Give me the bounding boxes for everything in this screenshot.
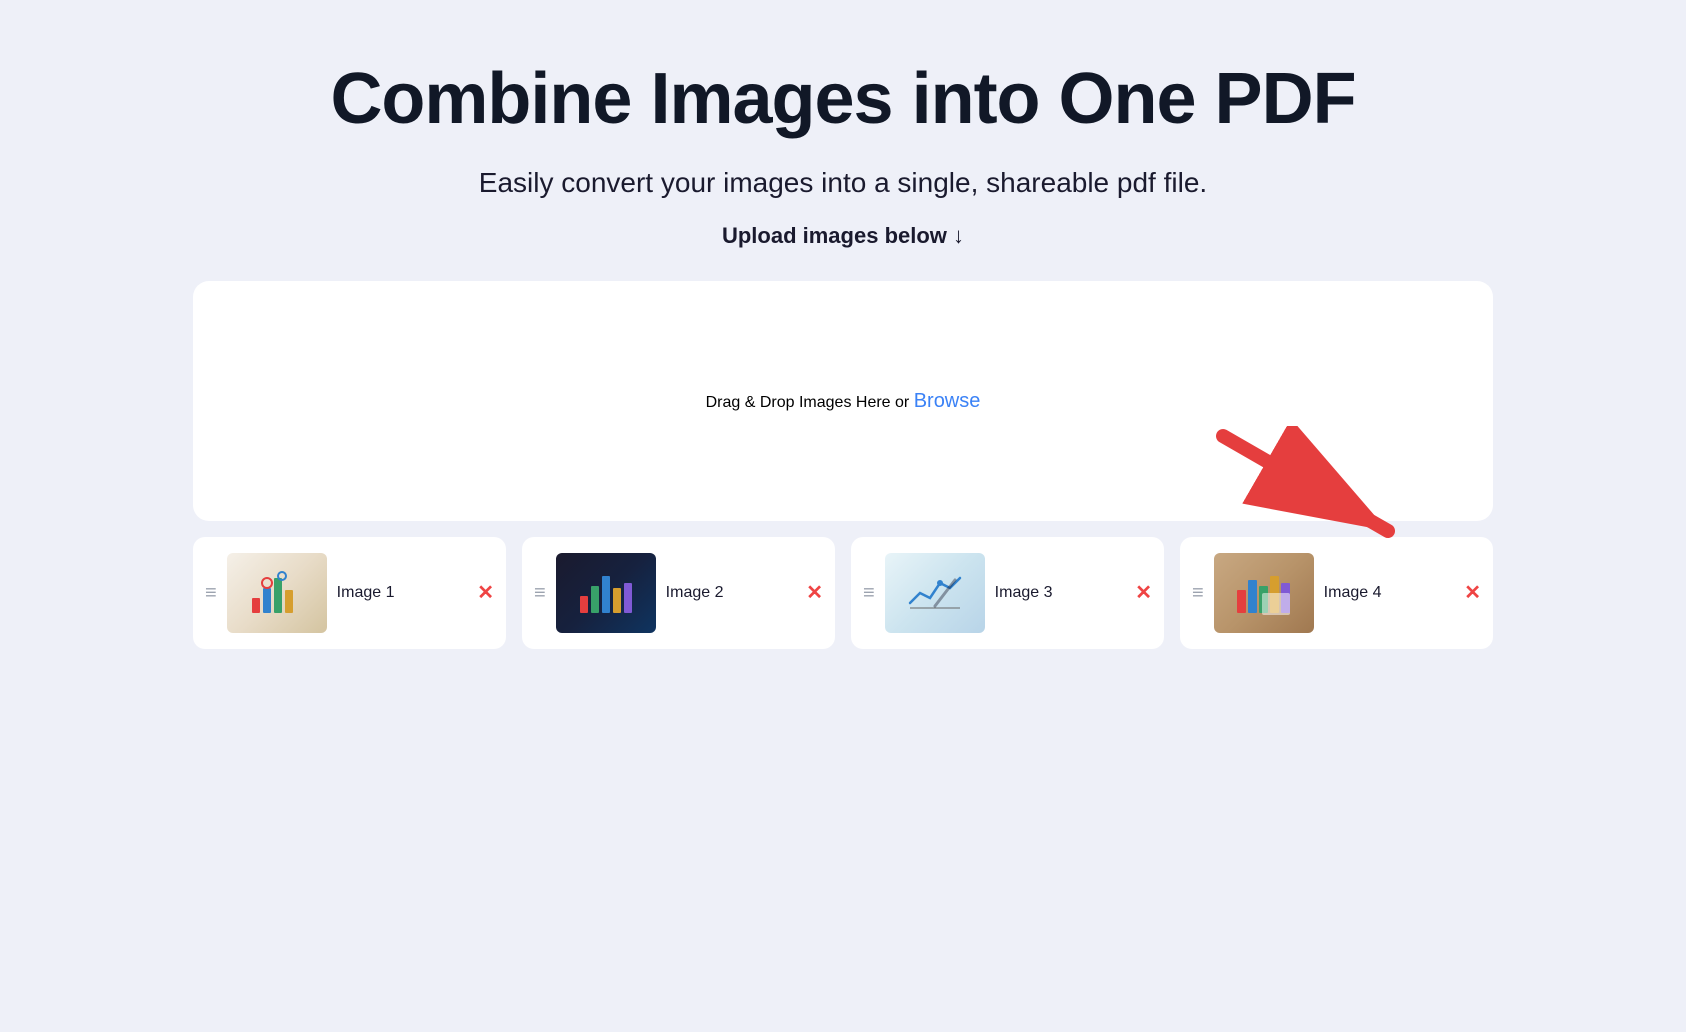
image-card-1: ≡ Image 1 ✕	[193, 537, 506, 649]
drag-drop-text: Drag & Drop Images Here or Browse	[706, 390, 981, 413]
browse-link[interactable]: Browse	[914, 390, 981, 412]
arrow-indicator	[1213, 426, 1413, 551]
remove-button-2[interactable]: ✕	[806, 583, 823, 603]
image-label-4: Image 4	[1324, 584, 1455, 602]
image-thumb-2	[556, 553, 656, 633]
image-thumb-4	[1214, 553, 1314, 633]
image-label-1: Image 1	[337, 584, 468, 602]
images-list: ≡ Image 1 ✕ ≡ Image 2 ✕	[193, 537, 1493, 649]
image-card-4: ≡ Image 4 ✕	[1180, 537, 1493, 649]
remove-button-1[interactable]: ✕	[477, 583, 494, 603]
image-card-2: ≡ Image 2 ✕	[522, 537, 835, 649]
image-thumb-3	[885, 553, 985, 633]
drag-handle-3[interactable]: ≡	[863, 583, 875, 603]
image-thumb-1	[227, 553, 327, 633]
upload-cta-text: Upload images below ↓	[722, 223, 964, 249]
image-label-3: Image 3	[995, 584, 1126, 602]
drag-handle-2[interactable]: ≡	[534, 583, 546, 603]
image-card-3: ≡ Image 3 ✕	[851, 537, 1164, 649]
page-subtitle: Easily convert your images into a single…	[479, 167, 1207, 199]
remove-button-4[interactable]: ✕	[1464, 583, 1481, 603]
drag-handle-4[interactable]: ≡	[1192, 583, 1204, 603]
drop-zone[interactable]: Drag & Drop Images Here or Browse	[193, 281, 1493, 521]
remove-button-3[interactable]: ✕	[1135, 583, 1152, 603]
image-label-2: Image 2	[666, 584, 797, 602]
drag-handle-1[interactable]: ≡	[205, 583, 217, 603]
drag-drop-label: Drag & Drop Images Here or	[706, 394, 914, 411]
page-title: Combine Images into One PDF	[330, 60, 1355, 139]
